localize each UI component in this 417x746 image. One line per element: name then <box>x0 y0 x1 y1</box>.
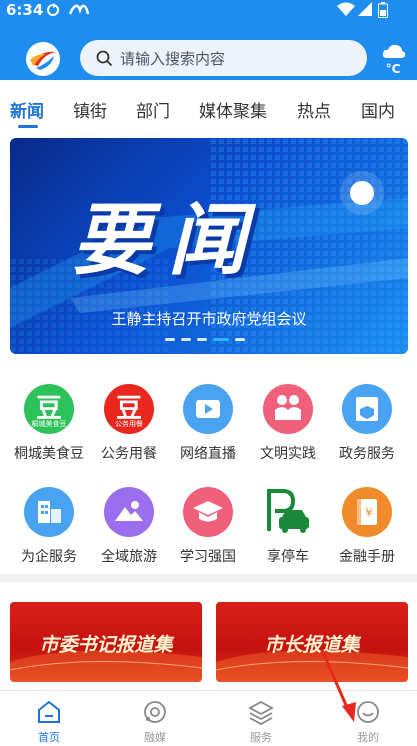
app-header: 6:34 请输入搜索内容 °C <box>0 0 417 80</box>
status-bar: 6:34 <box>0 0 417 22</box>
service-study[interactable]: 学习强国 <box>169 487 247 577</box>
service-label: 网络直播 <box>180 446 236 462</box>
service-gov-affairs[interactable]: 政务服务 <box>328 384 406 474</box>
nav-label: 服务 <box>250 731 272 744</box>
service-live-stream[interactable]: 网络直播 <box>169 384 247 474</box>
carousel-dot[interactable] <box>181 338 191 341</box>
dining-bean-icon-caption: 公务用餐 <box>115 420 143 428</box>
search-bar[interactable]: 请输入搜索内容 <box>80 40 367 76</box>
service-official-dining[interactable]: 豆 公务用餐 公务用餐 <box>90 384 168 474</box>
active-tab-indicator <box>18 125 38 128</box>
carousel-dot[interactable] <box>197 338 207 341</box>
tab-news[interactable]: 新闻 <box>10 97 44 122</box>
service-label: 全域旅游 <box>101 549 157 565</box>
notification-app-icon <box>68 2 90 22</box>
parking-car-icon <box>263 487 313 537</box>
service-label: 为企服务 <box>21 549 77 565</box>
volunteer-icon <box>263 384 313 434</box>
sync-icon <box>46 2 60 22</box>
promo-card-title: 市长报道集 <box>264 634 360 656</box>
tab-departments[interactable]: 部门 <box>136 97 170 122</box>
enterprise-building-icon <box>24 487 74 537</box>
carousel-dot[interactable] <box>165 338 175 341</box>
carousel-dot-active[interactable] <box>213 338 229 341</box>
service-label: 桐城美食豆 <box>14 446 84 462</box>
nav-label: 融媒 <box>144 731 166 744</box>
gov-service-icon <box>342 384 392 434</box>
category-tabs: 新闻 镇街 部门 媒体聚集 热点 国内 <box>0 80 417 130</box>
service-label: 金融手册 <box>339 549 395 565</box>
nav-label: 首页 <box>38 731 60 744</box>
graduation-cap-icon <box>183 487 233 537</box>
banner-caption: 王静主持召开市政府党组会议 <box>111 310 307 328</box>
home-icon <box>36 699 62 725</box>
service-food-bean[interactable]: 豆 桐城美食豆 桐城美食豆 <box>10 384 88 474</box>
service-parking[interactable]: 享停车 <box>249 487 327 577</box>
service-enterprise[interactable]: 为企服务 <box>10 487 88 577</box>
service-label: 享停车 <box>267 549 309 565</box>
tab-domestic[interactable]: 国内 <box>361 97 395 122</box>
service-label: 文明实践 <box>260 446 316 462</box>
nav-media[interactable]: 融媒 <box>125 695 185 745</box>
nav-home[interactable]: 首页 <box>19 695 79 745</box>
live-video-icon <box>183 384 233 434</box>
tab-hot[interactable]: 热点 <box>297 97 331 122</box>
weather-temperature: °C <box>385 62 401 76</box>
food-bean-icon-caption: 桐城美食豆 <box>31 420 67 428</box>
service-label: 政务服务 <box>339 446 395 462</box>
section-divider <box>0 574 417 582</box>
dining-bean-icon: 豆 公务用餐 <box>104 384 154 434</box>
media-orbit-icon <box>142 699 168 725</box>
promo-card-mayor[interactable]: 市长报道集 <box>216 602 408 682</box>
finance-book-icon: ¥ <box>342 487 392 537</box>
cloud-icon <box>382 42 406 64</box>
tab-towns[interactable]: 镇街 <box>73 97 107 122</box>
service-finance-guide[interactable]: ¥ 金融手册 <box>328 487 406 577</box>
nav-services[interactable]: 服务 <box>231 695 291 745</box>
battery-icon <box>378 2 388 22</box>
tab-media[interactable]: 媒体聚集 <box>199 97 267 122</box>
promo-card-title: 市委书记报道集 <box>39 634 173 656</box>
nav-label: 我的 <box>357 731 379 744</box>
wifi-icon <box>337 2 355 20</box>
food-bean-icon: 豆 桐城美食豆 <box>24 384 74 434</box>
main-content: 新闻 镇街 部门 媒体聚集 热点 国内 要闻 王静主持召开市政府党组会议 豆 桐… <box>0 80 417 690</box>
signal-icon <box>358 2 372 20</box>
service-label: 学习强国 <box>180 549 236 565</box>
layers-icon <box>248 699 274 726</box>
nav-profile[interactable]: 我的 <box>338 695 398 745</box>
profile-icon <box>355 699 381 725</box>
service-tourism[interactable]: 全域旅游 <box>90 487 168 577</box>
carousel-dot[interactable] <box>235 338 245 341</box>
service-label: 公务用餐 <box>101 446 157 462</box>
service-civilization-practice[interactable]: 文明实践 <box>249 384 327 474</box>
tourism-mountain-icon <box>104 487 154 537</box>
bottom-navigation: 首页 融媒 服务 我的 <box>0 690 417 746</box>
svg-text:¥: ¥ <box>366 506 373 519</box>
news-banner[interactable]: 要闻 王静主持召开市政府党组会议 <box>10 138 408 354</box>
promo-card-party-secretary[interactable]: 市委书记报道集 <box>10 602 202 682</box>
banner-headline: 要闻 <box>72 196 265 286</box>
search-placeholder: 请输入搜索内容 <box>120 50 226 68</box>
weather-widget[interactable]: °C <box>378 42 408 76</box>
status-time: 6:34 <box>6 1 44 19</box>
app-logo <box>26 42 60 76</box>
search-icon <box>96 50 113 71</box>
